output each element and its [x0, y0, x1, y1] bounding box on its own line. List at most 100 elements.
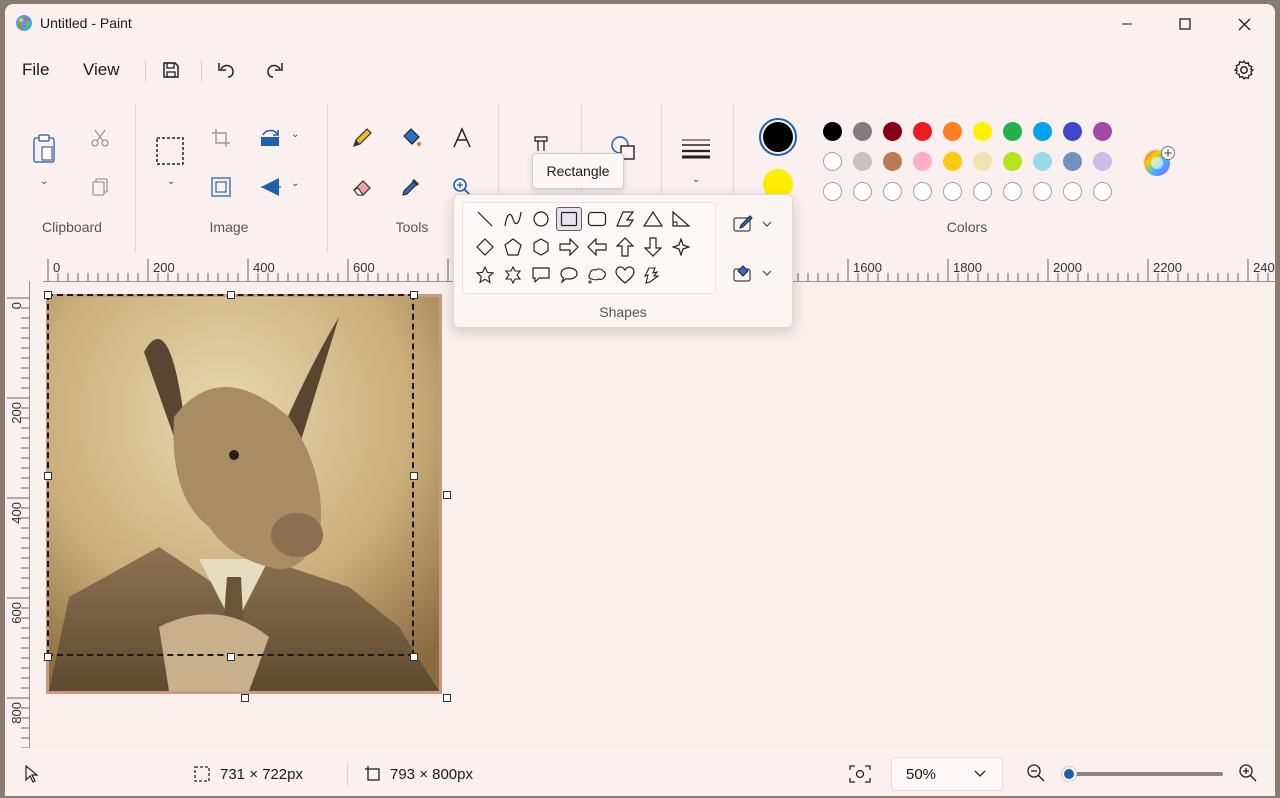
selection-handle-w[interactable]	[44, 472, 52, 480]
custom-color-slot[interactable]	[823, 182, 842, 201]
flip-button[interactable]	[256, 172, 286, 202]
select-button[interactable]	[155, 136, 185, 166]
palette-color-swatch[interactable]	[1003, 122, 1022, 141]
selection-handle-e[interactable]	[410, 472, 418, 480]
fit-to-window-button[interactable]	[845, 760, 875, 788]
canvas-resize-handle-s[interactable]	[241, 694, 249, 702]
palette-color-swatch[interactable]	[913, 152, 932, 171]
shape-rectangular-callout[interactable]	[528, 263, 554, 287]
selection-handle-s[interactable]	[227, 653, 235, 661]
palette-color-swatch[interactable]	[853, 122, 872, 141]
shape-lightning[interactable]	[640, 263, 666, 287]
palette-color-swatch[interactable]	[1063, 152, 1082, 171]
rotate-dropdown-chevron-icon[interactable]: ⌄	[291, 129, 299, 140]
palette-color-swatch[interactable]	[823, 122, 842, 141]
redo-button[interactable]	[262, 57, 288, 83]
palette-color-swatch[interactable]	[1033, 152, 1052, 171]
shape-five-point-star[interactable]	[472, 263, 498, 287]
select-dropdown-chevron-icon[interactable]: ⌄	[167, 176, 175, 187]
shape-cloud-callout[interactable]	[584, 263, 610, 287]
shape-oval-callout[interactable]	[556, 263, 582, 287]
color-picker-tool[interactable]	[396, 172, 426, 202]
selection-handle-ne[interactable]	[410, 291, 418, 299]
zoom-slider[interactable]	[1061, 766, 1223, 782]
shape-right-arrow[interactable]	[556, 235, 582, 259]
shape-heart[interactable]	[612, 263, 638, 287]
palette-color-swatch[interactable]	[823, 152, 842, 171]
canvas-resize-handle-e[interactable]	[443, 491, 451, 499]
shape-left-arrow[interactable]	[584, 235, 610, 259]
selection-rectangle[interactable]	[47, 294, 414, 656]
menu-file[interactable]: File	[22, 60, 49, 80]
settings-button[interactable]	[1231, 57, 1257, 83]
palette-color-swatch[interactable]	[1093, 122, 1112, 141]
selection-handle-n[interactable]	[227, 291, 235, 299]
shape-oval[interactable]	[528, 207, 554, 231]
shape-polygon[interactable]	[612, 207, 638, 231]
palette-color-swatch[interactable]	[883, 152, 902, 171]
shape-diamond[interactable]	[472, 235, 498, 259]
fill-tool[interactable]	[396, 123, 426, 153]
undo-button[interactable]	[213, 57, 239, 83]
rotate-button[interactable]	[256, 123, 286, 153]
shape-triangle[interactable]	[640, 207, 666, 231]
shape-four-point-star[interactable]	[668, 235, 694, 259]
custom-color-slot[interactable]	[1063, 182, 1082, 201]
shape-right-triangle[interactable]	[668, 207, 694, 231]
palette-color-swatch[interactable]	[943, 122, 962, 141]
paste-button[interactable]	[29, 134, 59, 164]
zoom-slider-thumb[interactable]	[1061, 766, 1077, 782]
palette-color-swatch[interactable]	[973, 152, 992, 171]
resize-button[interactable]	[206, 172, 236, 202]
canvas-resize-handle-se[interactable]	[443, 694, 451, 702]
zoom-select[interactable]: 50%	[891, 757, 1003, 791]
minimize-button[interactable]	[1098, 4, 1156, 44]
palette-color-swatch[interactable]	[1033, 122, 1052, 141]
shape-hexagon[interactable]	[528, 235, 554, 259]
selection-handle-sw[interactable]	[44, 653, 52, 661]
palette-color-swatch[interactable]	[1003, 152, 1022, 171]
palette-color-swatch[interactable]	[1063, 122, 1082, 141]
maximize-button[interactable]	[1156, 4, 1214, 44]
custom-color-slot[interactable]	[853, 182, 872, 201]
shape-pentagon[interactable]	[500, 235, 526, 259]
primary-color-button[interactable]	[759, 118, 797, 156]
shape-rectangle[interactable]	[556, 207, 582, 231]
copy-button[interactable]	[85, 172, 115, 202]
palette-color-swatch[interactable]	[943, 152, 962, 171]
palette-color-swatch[interactable]	[913, 122, 932, 141]
shape-curve[interactable]	[500, 207, 526, 231]
outline-button[interactable]	[732, 209, 780, 239]
pencil-tool[interactable]	[347, 123, 377, 153]
menu-view[interactable]: View	[83, 60, 120, 80]
zoom-out-button[interactable]	[1023, 760, 1049, 786]
zoom-in-button[interactable]	[1235, 760, 1261, 786]
palette-color-swatch[interactable]	[1093, 152, 1112, 171]
custom-color-slot[interactable]	[943, 182, 962, 201]
flip-dropdown-chevron-icon[interactable]: ⌄	[291, 178, 299, 189]
edit-colors-button[interactable]	[1141, 146, 1175, 180]
custom-color-slot[interactable]	[1093, 182, 1112, 201]
crop-button[interactable]	[206, 123, 236, 153]
selection-handle-se[interactable]	[410, 653, 418, 661]
shape-line[interactable]	[472, 207, 498, 231]
save-button[interactable]	[158, 57, 184, 83]
custom-color-slot[interactable]	[913, 182, 932, 201]
text-tool[interactable]	[447, 123, 477, 153]
selection-handle-nw[interactable]	[44, 291, 52, 299]
shape-up-arrow[interactable]	[612, 235, 638, 259]
custom-color-slot[interactable]	[1033, 182, 1052, 201]
shape-six-point-star[interactable]	[500, 263, 526, 287]
paste-dropdown-chevron-icon[interactable]: ⌄	[40, 176, 48, 187]
fill-style-button[interactable]	[732, 258, 780, 288]
palette-color-swatch[interactable]	[973, 122, 992, 141]
eraser-tool[interactable]	[347, 172, 377, 202]
size-button[interactable]	[681, 133, 711, 163]
palette-color-swatch[interactable]	[853, 152, 872, 171]
custom-color-slot[interactable]	[973, 182, 992, 201]
shape-rounded-rectangle[interactable]	[584, 207, 610, 231]
close-button[interactable]	[1215, 4, 1273, 44]
custom-color-slot[interactable]	[883, 182, 902, 201]
palette-color-swatch[interactable]	[883, 122, 902, 141]
shape-down-arrow[interactable]	[640, 235, 666, 259]
